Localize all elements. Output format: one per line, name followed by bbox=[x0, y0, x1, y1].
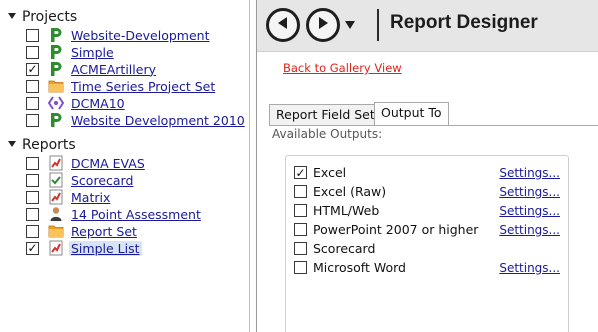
tree-item-label[interactable]: Simple List bbox=[69, 240, 142, 256]
projects-header[interactable]: Projects bbox=[8, 8, 77, 26]
checkbox[interactable] bbox=[294, 204, 307, 217]
output-label: Microsoft Word bbox=[313, 260, 406, 275]
tree-item-label[interactable]: Scorecard bbox=[69, 173, 135, 188]
tab-output-to[interactable]: Output To bbox=[374, 102, 449, 125]
tree-item-report[interactable]: Report Set bbox=[26, 222, 139, 240]
tree-item-label[interactable]: 14 Point Assessment bbox=[69, 207, 203, 222]
output-label: Excel (Raw) bbox=[313, 184, 387, 199]
folder-icon bbox=[48, 78, 64, 94]
chart-report-icon bbox=[48, 189, 64, 205]
checkbox[interactable] bbox=[26, 79, 39, 93]
tree-item-label[interactable]: Time Series Project Set bbox=[69, 79, 217, 94]
project-p-icon bbox=[48, 44, 64, 60]
tree-item-label[interactable]: DCMA EVAS bbox=[69, 156, 147, 171]
tree-item-label[interactable]: Matrix bbox=[69, 190, 112, 205]
output-label: HTML/Web bbox=[313, 203, 380, 218]
available-outputs-label: Available Outputs: bbox=[272, 127, 383, 141]
output-item[interactable]: HTML/Web Settings... bbox=[294, 201, 564, 220]
check-mark-icon: ✓ bbox=[27, 62, 38, 76]
settings-link[interactable]: Settings... bbox=[499, 223, 560, 237]
chart-report-icon bbox=[48, 155, 64, 171]
page-title: Report Designer bbox=[390, 12, 538, 33]
output-item[interactable]: Excel (Raw) Settings... bbox=[294, 182, 564, 201]
checkbox[interactable] bbox=[26, 113, 39, 127]
tab-divider bbox=[269, 125, 598, 126]
forward-button[interactable] bbox=[306, 8, 340, 42]
checkbox[interactable] bbox=[294, 185, 307, 198]
checkbox[interactable] bbox=[26, 190, 39, 204]
settings-link[interactable]: Settings... bbox=[499, 204, 560, 218]
project-p-icon bbox=[48, 112, 64, 128]
tree-item-project[interactable]: Website Development 2010 bbox=[26, 111, 247, 129]
checkbox[interactable] bbox=[26, 96, 39, 110]
settings-link[interactable]: Settings... bbox=[499, 185, 560, 199]
tree-panel: Projects Website-Development Simple ✓ AC… bbox=[0, 0, 250, 332]
brackets-icon bbox=[48, 95, 64, 111]
folder-icon bbox=[48, 223, 64, 239]
checkbox[interactable]: ✓ bbox=[26, 62, 39, 76]
back-arrow-icon bbox=[275, 15, 291, 35]
checkbox[interactable] bbox=[26, 45, 39, 59]
toolbar: Report Designer bbox=[257, 0, 598, 52]
outputs-list: ✓ Excel Settings... Excel (Raw) Settings… bbox=[285, 155, 569, 332]
tree-item-report-selected[interactable]: ✓ Simple List bbox=[26, 239, 142, 257]
scorecard-icon bbox=[48, 172, 64, 188]
checkbox[interactable]: ✓ bbox=[26, 241, 39, 255]
output-item[interactable]: ✓ Excel Settings... bbox=[294, 163, 564, 182]
settings-link[interactable]: Settings... bbox=[499, 166, 560, 180]
tree-item-label[interactable]: Simple bbox=[69, 45, 116, 60]
checkbox[interactable] bbox=[26, 173, 39, 187]
collapse-caret-icon[interactable] bbox=[8, 13, 16, 19]
tree-item-label[interactable]: DCMA10 bbox=[69, 96, 127, 111]
output-item[interactable]: Microsoft Word Settings... bbox=[294, 258, 564, 277]
check-mark-icon: ✓ bbox=[27, 241, 38, 255]
tree-item-project[interactable]: Time Series Project Set bbox=[26, 77, 217, 95]
settings-link[interactable]: Settings... bbox=[499, 261, 560, 275]
toolbar-separator bbox=[377, 9, 379, 41]
check-mark-icon: ✓ bbox=[295, 165, 306, 180]
project-p-icon bbox=[48, 27, 64, 43]
tree-item-label[interactable]: Report Set bbox=[69, 224, 139, 239]
checkbox[interactable] bbox=[294, 261, 307, 274]
tree-item-report[interactable]: 14 Point Assessment bbox=[26, 205, 203, 223]
output-label: Scorecard bbox=[313, 241, 376, 256]
project-p-icon bbox=[48, 61, 64, 77]
back-button[interactable] bbox=[266, 8, 300, 42]
checkbox[interactable]: ✓ bbox=[294, 166, 307, 179]
tree-item-project[interactable]: Website-Development bbox=[26, 26, 212, 44]
tree-item-project[interactable]: ✓ ACMEArtillery bbox=[26, 60, 158, 78]
output-label: PowerPoint 2007 or higher bbox=[313, 222, 479, 237]
checkbox[interactable] bbox=[26, 224, 39, 238]
reports-header[interactable]: Reports bbox=[8, 136, 76, 154]
tree-item-label[interactable]: Website Development 2010 bbox=[69, 113, 247, 128]
checkbox[interactable] bbox=[26, 156, 39, 170]
forward-arrow-icon bbox=[315, 15, 331, 35]
collapse-caret-icon[interactable] bbox=[8, 141, 16, 147]
chart-report-icon bbox=[48, 240, 64, 256]
tree-item-label[interactable]: Website-Development bbox=[69, 28, 212, 43]
tree-item-report[interactable]: Scorecard bbox=[26, 171, 135, 189]
checkbox[interactable] bbox=[294, 242, 307, 255]
output-item[interactable]: Scorecard bbox=[294, 239, 564, 258]
tree-item-report[interactable]: DCMA EVAS bbox=[26, 154, 147, 172]
tree-item-label[interactable]: ACMEArtillery bbox=[69, 62, 158, 77]
tree-item-report[interactable]: Matrix bbox=[26, 188, 112, 206]
checkbox[interactable] bbox=[294, 223, 307, 236]
output-label: Excel bbox=[313, 165, 347, 180]
person-icon bbox=[48, 206, 64, 222]
output-item[interactable]: PowerPoint 2007 or higher Settings... bbox=[294, 220, 564, 239]
tree-item-project[interactable]: Simple bbox=[26, 43, 116, 61]
checkbox[interactable] bbox=[26, 28, 39, 42]
tree-item-project[interactable]: DCMA10 bbox=[26, 94, 127, 112]
checkbox[interactable] bbox=[26, 207, 39, 221]
dropdown-arrow-icon[interactable] bbox=[345, 21, 355, 29]
report-designer-panel: Report Designer Back to Gallery View Rep… bbox=[256, 0, 598, 332]
back-to-gallery-link[interactable]: Back to Gallery View bbox=[283, 61, 402, 75]
